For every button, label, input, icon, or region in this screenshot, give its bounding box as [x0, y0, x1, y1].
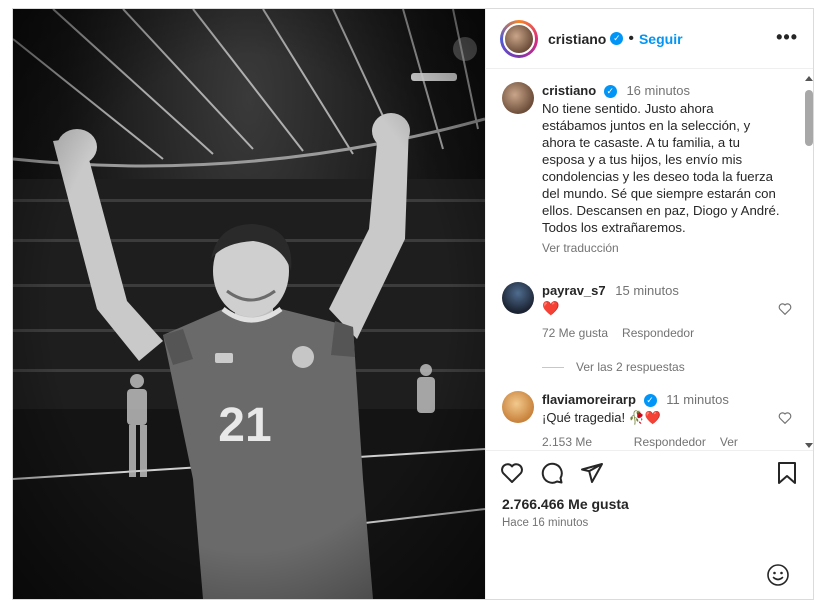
comment-like-heart-icon[interactable]: [778, 302, 792, 315]
verified-badge-icon: ✓: [603, 85, 617, 99]
scroll-thumb[interactable]: [805, 90, 813, 146]
comment-avatar[interactable]: [502, 391, 534, 423]
post-timestamp: Hace 16 minutos: [502, 517, 589, 529]
author-avatar[interactable]: [500, 19, 538, 58]
post-modal: 21 cristiano ✓ • Seguir •••: [12, 8, 814, 600]
reply-button[interactable]: Respondedor: [634, 434, 706, 450]
comment-translate-link[interactable]: Ver traducción: [720, 434, 792, 450]
caption-text: No tiene sentido. Justo ahora estábamos …: [542, 100, 792, 236]
caption-line: ahora te casaste. A tu familia, a tu: [542, 135, 740, 150]
comment-username[interactable]: payrav_s7: [542, 283, 606, 298]
view-replies-button[interactable]: Ver las 2 respuestas: [542, 360, 685, 374]
caption-line: estábamos juntos en la selección, y: [542, 118, 751, 133]
caption-line: Todos los extrañaremos.: [542, 220, 686, 235]
comment-icon[interactable]: [540, 461, 564, 485]
scroll-up-arrow-icon[interactable]: [805, 76, 813, 81]
reply-button[interactable]: Respondedor: [622, 325, 694, 342]
caption-translate-link[interactable]: Ver traducción: [542, 240, 619, 257]
heart-icon[interactable]: [500, 461, 524, 485]
caption-line: condolencias y les deseo toda la fuerza: [542, 169, 773, 184]
post-header: cristiano ✓ • Seguir •••: [486, 9, 813, 69]
comment-username[interactable]: flaviamoreirarp: [542, 392, 636, 407]
view-replies-label: Ver las 2 respuestas: [576, 360, 685, 374]
author-username[interactable]: cristiano: [548, 31, 606, 47]
caption-line: No tiene sentido. Justo ahora: [542, 101, 714, 116]
post-side-panel: cristiano ✓ • Seguir ••• cristiano ✓ 16 …: [485, 9, 813, 599]
comment-text: ❤️: [542, 300, 560, 316]
comment-text: ¡Qué tragedia! 🥀❤️: [542, 410, 662, 425]
comment-item: flaviamoreirarp ✓ 11 minutos ¡Qué traged…: [502, 391, 792, 450]
verified-badge-icon: ✓: [643, 394, 657, 408]
caption-line: del mundo. Sé que siempre estarán con: [542, 186, 776, 201]
caption-avatar[interactable]: [502, 82, 534, 114]
player-celebration-image: 21: [13, 9, 485, 599]
like-count[interactable]: 2.766.466 Me gusta: [502, 496, 629, 512]
post-photo[interactable]: 21: [13, 9, 485, 599]
comment-avatar[interactable]: [502, 282, 534, 314]
comment-time: 11 minutos: [666, 392, 729, 407]
comments-scrollbar[interactable]: [804, 76, 813, 448]
comment-time: 15 minutos: [615, 283, 679, 298]
comment-item: payrav_s7 15 minutos ❤️ 72 Me gusta Resp…: [502, 282, 792, 342]
comment-likes[interactable]: 2.153 Me gusta: [542, 434, 620, 450]
caption-line: esposa y a tus hijos, les envío mis: [542, 152, 743, 167]
caption-username[interactable]: cristiano: [542, 83, 596, 98]
caption-time: 16 minutos: [626, 83, 691, 98]
header-separator: •: [628, 29, 634, 47]
scroll-down-arrow-icon[interactable]: [805, 443, 813, 448]
comment-likes[interactable]: 72 Me gusta: [542, 325, 608, 342]
share-icon[interactable]: [580, 461, 604, 485]
more-options-button[interactable]: •••: [776, 27, 798, 48]
comments-list[interactable]: cristiano ✓ 16 minutos No tiene sentido.…: [486, 70, 813, 450]
verified-badge-icon: ✓: [610, 32, 624, 45]
comment-like-heart-icon[interactable]: [778, 411, 792, 424]
emoji-icon[interactable]: [766, 563, 790, 587]
bookmark-icon[interactable]: [776, 461, 798, 485]
post-actions: 2.766.466 Me gusta Hace 16 minutos: [486, 450, 813, 599]
caption-line: ellos. Descansen en paz, Diogo y André.: [542, 203, 780, 218]
caption-item: cristiano ✓ 16 minutos No tiene sentido.…: [502, 82, 792, 257]
follow-button[interactable]: Seguir: [639, 31, 683, 47]
